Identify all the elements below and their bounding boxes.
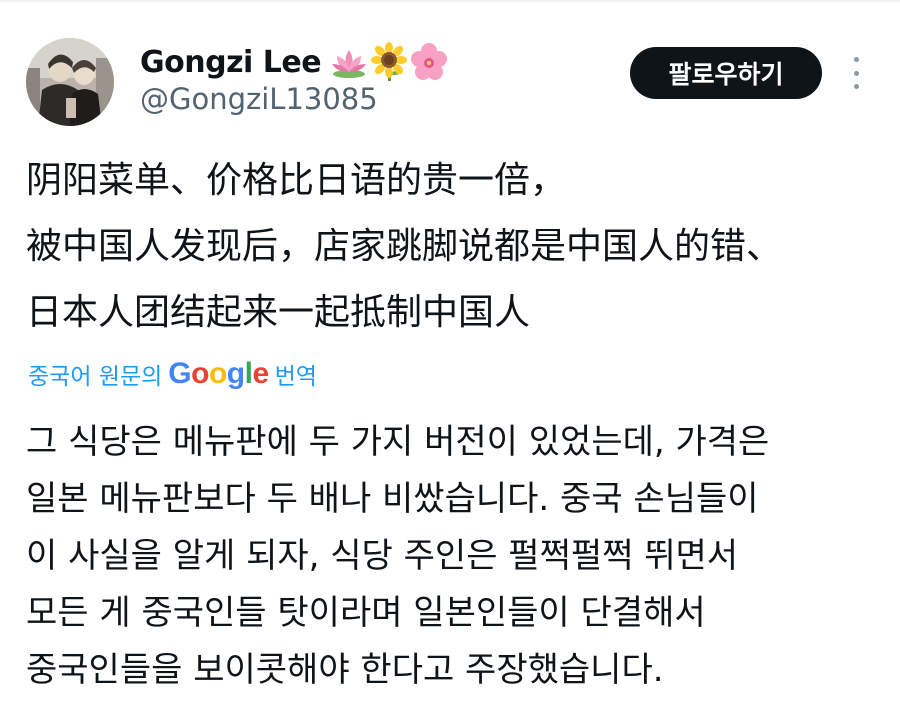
tweet-line: 日本人团结起来一起抵制中国人	[26, 292, 531, 333]
more-options-icon[interactable]	[844, 57, 868, 89]
cherry-blossom-emoji	[411, 43, 448, 80]
google-letter: G	[168, 357, 192, 390]
top-divider	[0, 0, 900, 2]
user-handle[interactable]: @GongziL13085	[140, 82, 378, 116]
tweet-line: 阴阳菜单、价格比日语的贵一倍，	[26, 160, 567, 201]
translation-attribution-link[interactable]: 중국어 원문의 Google 번역	[28, 354, 317, 394]
translated-text: 그 식당은 메뉴판에 두 가지 버전이 있었는데, 가격은 일본 메뉴판보다 두…	[26, 414, 896, 699]
google-letter: e	[252, 357, 269, 390]
google-letter: g	[226, 357, 245, 390]
translated-line: 중국인들을 보이콧해야 한다고 주장했습니다.	[26, 650, 664, 690]
tweet-line: 被中国人发现后，店家跳脚说都是中国人的错、	[26, 226, 783, 267]
name-emojis	[329, 42, 449, 82]
translated-line: 모든 게 중국인들 탓이라며 일본인들이 단결해서	[26, 593, 706, 633]
lotus-emoji	[332, 50, 367, 78]
google-logo: Google	[168, 357, 269, 391]
avatar[interactable]	[26, 38, 114, 126]
name-row: Gongzi Lee	[140, 40, 449, 84]
translated-line: 이 사실을 알게 되자, 식당 주인은 펄쩍펄쩍 뛰면서	[26, 536, 739, 576]
google-letter: o	[191, 357, 209, 390]
translation-prefix: 중국어 원문의	[28, 364, 163, 390]
translated-line: 일본 메뉴판보다 두 배나 비쌌습니다. 중국 손님들이	[26, 479, 759, 519]
tweet-text: 阴阳菜单、价格比日语的贵一倍， 被中国人发现后，店家跳脚说都是中国人的错、 日本…	[26, 148, 886, 346]
google-letter: o	[208, 357, 227, 390]
translation-suffix: 번역	[274, 364, 317, 390]
translated-line: 그 식당은 메뉴판에 두 가지 버전이 있었는데, 가격은	[26, 422, 770, 462]
sunflower-emoji	[371, 42, 408, 81]
follow-button[interactable]: 팔로우하기	[630, 47, 822, 99]
display-name[interactable]: Gongzi Lee	[140, 45, 322, 80]
